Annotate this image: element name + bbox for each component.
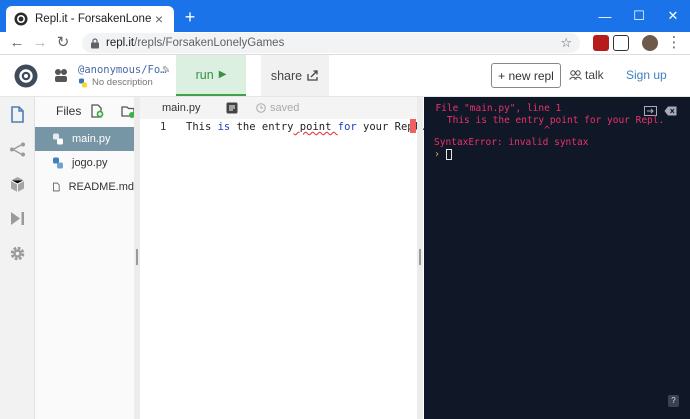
forward-button[interactable]: → — [31, 34, 49, 52]
run-button[interactable]: run ▶ — [176, 55, 246, 96]
file-name: jogo.py — [72, 157, 108, 169]
editor-resize-handle[interactable] — [417, 97, 423, 419]
new-tab-button[interactable]: + — [181, 8, 199, 26]
extension-icon[interactable] — [593, 35, 609, 51]
code-token: the entry — [230, 121, 294, 133]
code-line[interactable]: 1 This is the entry point for your Repl. — [140, 120, 426, 134]
bookmark-star-icon[interactable]: ☆ — [560, 35, 572, 51]
grip-icon — [136, 249, 138, 265]
browser-tab[interactable]: Repl.it - ForsakenLonelyGames × — [6, 6, 174, 32]
code-keyword: for — [337, 121, 357, 133]
url-text: repl.it/repls/ForsakenLonelyGames — [106, 37, 560, 49]
save-status: saved — [256, 102, 299, 114]
repl-description[interactable]: No description — [78, 77, 153, 88]
omnibox[interactable]: repl.it/repls/ForsakenLonelyGames ☆ — [82, 33, 580, 53]
reload-button[interactable]: ↻ — [54, 34, 72, 52]
sign-up-link[interactable]: Sign up — [626, 68, 667, 82]
sidebar-icon-bar — [0, 97, 35, 419]
run-label: run — [195, 67, 214, 82]
replit-logo-icon[interactable] — [14, 64, 38, 88]
help-button[interactable]: ? — [668, 395, 679, 407]
back-button[interactable]: ← — [8, 34, 26, 52]
python-icon — [53, 133, 63, 145]
grip-icon — [419, 249, 421, 265]
file-panel: Files main.py jogo.py README.md — [35, 97, 135, 419]
python-icon — [79, 78, 87, 87]
tab-title: Repl.it - ForsakenLonelyGames — [35, 13, 152, 25]
code-keyword: is — [217, 121, 231, 133]
code-error-token: point — [293, 121, 338, 133]
talk-link[interactable]: talk — [569, 68, 604, 82]
debugger-icon[interactable] — [9, 210, 26, 227]
browser-titlebar: Repl.it - ForsakenLonelyGames × + — ☐ ✕ — [0, 0, 690, 32]
replit-favicon-icon — [14, 12, 28, 26]
console-error-line: SyntaxError: invalid syntax — [434, 137, 589, 148]
console-panel[interactable]: File "main.py", line 1 This is the entry… — [424, 97, 690, 419]
file-name: README.md — [68, 181, 134, 193]
play-icon: ▶ — [218, 69, 227, 80]
media-icon[interactable] — [613, 35, 629, 51]
files-title: Files — [56, 103, 82, 118]
clear-console-icon[interactable] — [664, 106, 677, 116]
version-control-icon[interactable] — [9, 141, 26, 158]
line-number: 1 — [160, 121, 167, 133]
saved-label: saved — [270, 102, 300, 114]
console-output-line: ^ — [424, 125, 550, 136]
share-button[interactable]: share — [261, 55, 329, 96]
packages-icon[interactable] — [9, 176, 26, 193]
python-icon — [53, 157, 63, 169]
maximize-button[interactable]: ☐ — [622, 0, 656, 32]
format-code-icon[interactable] — [226, 102, 238, 114]
url-host: repl.it — [106, 37, 135, 49]
code-token: your — [356, 121, 395, 133]
file-name: main.py — [72, 133, 111, 145]
console-prompt-icon: › — [434, 149, 441, 160]
lock-icon — [91, 37, 99, 48]
editor-tab-main-py[interactable]: main.py — [162, 102, 201, 114]
minimize-button[interactable]: — — [588, 0, 622, 32]
file-item-readme-md[interactable]: README.md — [35, 175, 134, 199]
console-output-line: File "main.py", line 1 — [424, 103, 562, 114]
code-token: This — [186, 121, 218, 133]
files-icon[interactable] — [9, 106, 26, 123]
settings-gear-icon[interactable] — [9, 245, 26, 262]
console-cursor[interactable] — [446, 149, 452, 160]
share-icon — [307, 70, 318, 81]
share-label: share — [270, 68, 303, 83]
code-editor[interactable]: main.py saved 1 This is the entry point … — [140, 97, 426, 419]
tab-close-icon[interactable]: × — [152, 12, 166, 26]
add-folder-icon[interactable] — [121, 104, 135, 118]
clock-icon — [256, 103, 266, 113]
files-header: Files — [35, 97, 135, 124]
repl-header: @anonymous/Fo… ✎ No description run ▶ sh… — [0, 55, 690, 97]
error-marker — [410, 119, 416, 133]
new-repl-button[interactable]: + new repl — [491, 63, 561, 88]
description-text: No description — [92, 77, 153, 88]
address-bar-row: ← → ↻ repl.it/repls/ForsakenLonelyGames … — [0, 32, 690, 54]
code-text: This is the entry point for your Repl. — [186, 120, 426, 134]
repl-owner-name[interactable]: @anonymous/Fo… — [78, 64, 167, 76]
browser-menu-icon[interactable]: ⋮ — [665, 34, 683, 52]
document-icon — [53, 182, 60, 192]
url-path: /repls/ForsakenLonelyGames — [134, 37, 285, 49]
file-item-main-py[interactable]: main.py — [35, 127, 134, 151]
add-file-icon[interactable] — [90, 104, 104, 118]
people-icon — [569, 70, 582, 80]
editor-tab-bar: main.py saved — [140, 97, 417, 119]
anonymous-user-icon — [55, 69, 67, 82]
talk-label: talk — [585, 68, 604, 82]
close-window-button[interactable]: ✕ — [656, 0, 690, 32]
edit-pencil-icon[interactable]: ✎ — [162, 65, 170, 76]
profile-avatar[interactable] — [642, 35, 658, 51]
file-item-jogo-py[interactable]: jogo.py — [35, 151, 134, 175]
